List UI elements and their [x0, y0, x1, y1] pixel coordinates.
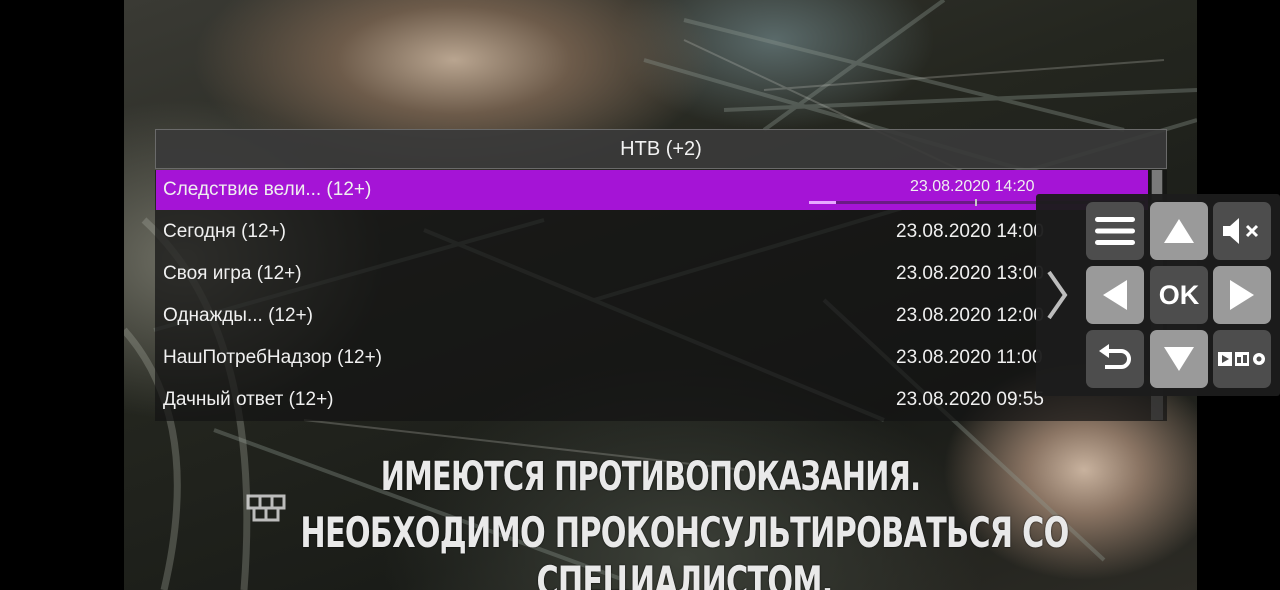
program-title: НашПотребНадзор (12+)	[163, 347, 383, 368]
program-list: Следствие вели... (12+) 23.08.2020 14:20…	[155, 170, 1167, 421]
mute-button[interactable]	[1213, 202, 1271, 260]
media-controls-icon	[1218, 352, 1265, 366]
program-row[interactable]: Однажды... (12+) 23.08.2020 12:00	[156, 296, 1148, 336]
arrow-right-icon	[1230, 280, 1254, 310]
video-caption-line-1: ИМЕЮТСЯ ПРОТИВОПОКАЗАНИЯ.	[380, 454, 921, 500]
program-time: 23.08.2020 09:55	[896, 389, 1044, 410]
menu-button[interactable]	[1086, 202, 1144, 260]
back-icon	[1099, 344, 1131, 369]
program-time: 23.08.2020 14:20	[910, 178, 1035, 195]
arrow-up-icon	[1164, 219, 1194, 243]
ok-label: OK	[1158, 279, 1200, 310]
down-button[interactable]	[1150, 330, 1208, 388]
video-caption-line-2: НЕОБХОДИМО ПРОКОНСУЛЬТИРОВАТЬСЯ СО СПЕЦИ…	[300, 508, 1069, 590]
program-row[interactable]: Сегодня (12+) 23.08.2020 14:00	[156, 212, 1148, 252]
program-row[interactable]: Дачный ответ (12+) 23.08.2020 09:55	[156, 380, 1148, 420]
program-time: 23.08.2020 14:00	[896, 221, 1044, 242]
arrow-down-icon	[1164, 347, 1194, 371]
remote-control-panel: OK	[1036, 194, 1280, 396]
arrow-left-icon	[1103, 280, 1127, 310]
menu-icon	[1095, 217, 1135, 245]
program-row-selected[interactable]: Следствие вели... (12+) 23.08.2020 14:20	[156, 170, 1148, 210]
program-row[interactable]: НашПотребНадзор (12+) 23.08.2020 11:00	[156, 338, 1148, 378]
program-title: Своя игра (12+)	[163, 263, 302, 284]
program-row[interactable]: Своя игра (12+) 23.08.2020 13:00	[156, 254, 1148, 294]
program-guide: НТВ (+2) Следствие вели... (12+) 23.08.2…	[155, 129, 1167, 421]
program-progress-marker	[975, 199, 977, 206]
ok-button[interactable]: OK	[1150, 266, 1208, 324]
program-time: 23.08.2020 11:00	[896, 347, 1043, 368]
program-title: Дачный ответ (12+)	[163, 389, 334, 410]
program-title: Сегодня (12+)	[163, 221, 286, 242]
left-button[interactable]	[1086, 266, 1144, 324]
channel-title[interactable]: НТВ (+2)	[155, 129, 1167, 169]
program-progress-fill	[809, 201, 836, 204]
mute-icon	[1223, 218, 1259, 244]
up-button[interactable]	[1150, 202, 1208, 260]
back-button[interactable]	[1086, 330, 1144, 388]
program-time: 23.08.2020 13:00	[896, 263, 1044, 284]
chevron-right-icon[interactable]	[1045, 268, 1069, 322]
program-time: 23.08.2020 12:00	[896, 305, 1044, 326]
media-controls-button[interactable]	[1213, 330, 1271, 388]
player-screen: ИМЕЮТСЯ ПРОТИВОПОКАЗАНИЯ. НЕОБХОДИМО ПРО…	[0, 0, 1280, 590]
program-title: Следствие вели... (12+)	[163, 179, 372, 200]
right-button[interactable]	[1213, 266, 1271, 324]
program-title: Однажды... (12+)	[163, 305, 313, 326]
